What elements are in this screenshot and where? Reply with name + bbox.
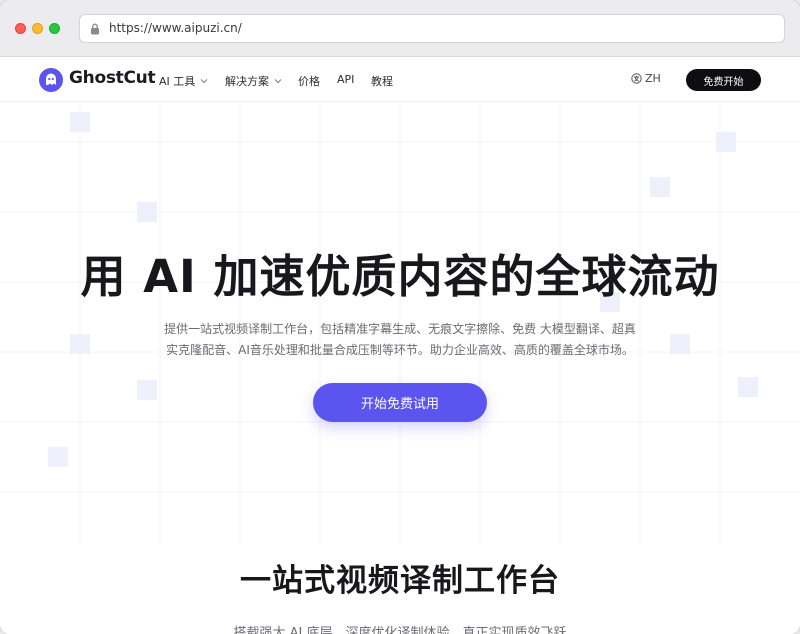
free-start-button[interactable]: 免费开始 [686,69,761,91]
nav-item-ai-tools[interactable]: AI 工具 [159,73,208,89]
chevron-down-icon [274,79,282,84]
language-label: ZH [645,72,661,85]
ghost-logo-icon[interactable] [39,68,63,92]
maximize-window-button[interactable] [49,23,60,34]
nav-item-api[interactable]: API [337,73,354,86]
start-free-trial-button[interactable]: 开始免费试用 [313,383,487,422]
hero-subtitle: 提供一站式视频译制工作台，包括精准字幕生成、无痕文字擦除、免费 大模型翻译、超真… [140,319,660,361]
address-bar[interactable]: https://www.aipuzi.cn/ [79,14,785,43]
nav-item-label: AI 工具 [159,75,196,88]
nav-item-label: API [337,73,355,86]
browser-chrome: https://www.aipuzi.cn/ [0,0,800,57]
hero-title: 用 AI 加速优质内容的全球流动 [80,250,720,303]
logo-text[interactable]: GhostCut [69,68,156,88]
browser-window: https://www.aipuzi.cn/ GhostCut AI 工具 解决… [0,0,800,634]
chevron-down-icon [200,79,208,84]
minimize-window-button[interactable] [32,23,43,34]
nav-item-solutions[interactable]: 解决方案 [225,73,282,89]
webpage: GhostCut AI 工具 解决方案 价格 API 教程 ZH 免费开始 用 … [0,57,800,634]
nav-item-label: 价格 [298,75,320,88]
hero-subtitle-line: 实克隆配音、AI音乐处理和批量合成压制等环节。助力企业高效、高质的覆盖全球市场。 [166,343,634,357]
section-subtitle: 搭载强大 AI 底层，深度优化译制体验，真正实现质效飞跃 [233,626,567,634]
language-switcher[interactable]: ZH [631,72,661,85]
nav-item-label: 教程 [371,75,393,88]
hero-subtitle-line: 提供一站式视频译制工作台，包括精准字幕生成、无痕文字擦除、免费 大模型翻译、超真 [164,322,636,336]
nav-item-tutorials[interactable]: 教程 [371,73,393,89]
nav-item-label: 解决方案 [225,75,269,88]
lock-icon [91,23,99,35]
section-title: 一站式视频译制工作台 [240,563,560,599]
url-text: https://www.aipuzi.cn/ [109,21,242,35]
translate-icon [631,73,642,84]
close-window-button[interactable] [15,23,26,34]
nav-item-pricing[interactable]: 价格 [298,73,320,89]
top-navbar: GhostCut AI 工具 解决方案 价格 API 教程 ZH 免费开始 [0,57,800,102]
